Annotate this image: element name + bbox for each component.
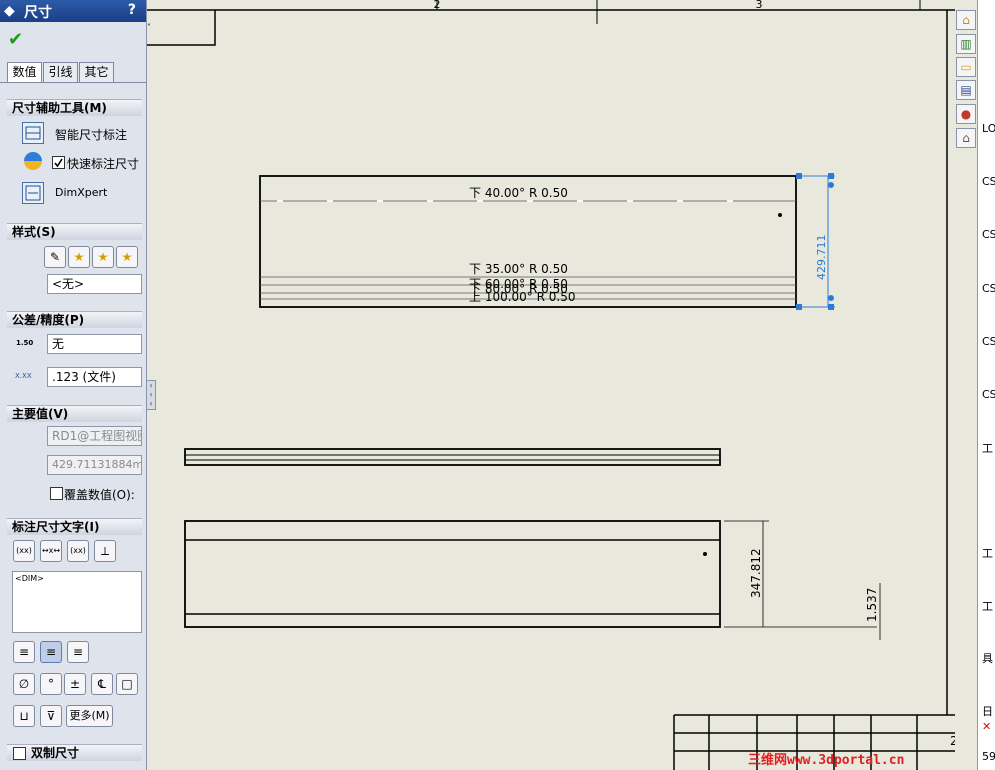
strip-bottom-label: 59: [982, 750, 995, 763]
folder-icon[interactable]: ▭: [956, 57, 976, 77]
task-pane-tabs: ⌂ ▥ ▭ ▤ ● ⌂: [955, 0, 977, 770]
strip-label-11: 日: [982, 705, 993, 718]
home-icon[interactable]: ⌂: [956, 10, 976, 30]
more-symbols-button[interactable]: 更多(M): [66, 705, 113, 727]
dimension-icon: ◆: [4, 3, 15, 19]
align-right-icon[interactable]: ≡: [67, 641, 89, 663]
section-style[interactable]: 样式(S): [7, 223, 142, 240]
library-icon[interactable]: ▥: [956, 34, 976, 54]
selected-dimension-value[interactable]: 429.711: [815, 235, 828, 281]
drawing-sheet[interactable]: 2 3 ˅ 下 40.00° R 0.50 下 35.00° R 0.50 下 …: [147, 0, 955, 770]
bend-note-5[interactable]: 上 100.00° R 0.50: [469, 290, 576, 304]
delete-style-icon[interactable]: ★: [92, 246, 114, 268]
counterbore-symbol-button[interactable]: ⊔: [13, 705, 35, 727]
ok-check-icon[interactable]: ✔: [8, 29, 23, 50]
quick-dimension-checkbox[interactable]: [52, 156, 65, 169]
help-button[interactable]: ?: [128, 2, 136, 18]
height-dimension[interactable]: 347.812: [749, 548, 763, 598]
precision-icon: X.XX: [15, 372, 32, 380]
close-icon[interactable]: ✕: [982, 720, 991, 733]
tab-other[interactable]: 其它: [79, 62, 114, 82]
strip-label-1: LO: [982, 122, 995, 135]
edge-view-outline[interactable]: [184, 448, 721, 466]
apply-style-icon[interactable]: ✎: [44, 246, 66, 268]
drawing-canvas[interactable]: 2 3 ˅ 下 40.00° R 0.50 下 35.00° R 0.50 下 …: [147, 0, 955, 770]
tolerance-type-select[interactable]: 无: [47, 334, 142, 354]
section-primary-value[interactable]: 主要值(V): [7, 405, 142, 422]
section-tolerance[interactable]: 公差/精度(P): [7, 311, 142, 328]
svg-text:˅: ˅: [147, 23, 151, 32]
offset-text-button[interactable]: ⟂: [94, 540, 116, 562]
property-manager-panel: ◆ 尺寸 ? ✔ 数值 引线 其它 尺寸辅助工具(M) 智能尺寸标注 快速标注尺…: [0, 0, 147, 770]
smart-dimension-label[interactable]: 智能尺寸标注: [55, 126, 127, 143]
diameter-symbol-button[interactable]: ∅: [13, 673, 35, 695]
panel-title-bar: ◆ 尺寸 ?: [0, 0, 146, 22]
front-view-outline[interactable]: [184, 520, 721, 628]
zone-label-3: 3: [756, 0, 763, 11]
strip-label-3: CS: [982, 228, 995, 241]
strip-label-4: CS: [982, 282, 995, 295]
align-left-icon[interactable]: ≡: [13, 641, 35, 663]
section-dimension-text[interactable]: 标注尺寸文字(I): [7, 518, 142, 535]
section-dual-dimension[interactable]: 双制尺寸: [7, 744, 142, 761]
degree-symbol-button[interactable]: °: [40, 673, 62, 695]
style-select[interactable]: <无>: [47, 274, 142, 294]
right-clipped-panel: LO CS CS CS CS CS 工 工 工 具 日 ✕ 59: [977, 0, 995, 770]
thickness-dimension[interactable]: 1.537: [865, 588, 879, 622]
override-value-checkbox[interactable]: [50, 487, 63, 500]
tab-value[interactable]: 数值: [7, 62, 42, 83]
section-dimension-tools[interactable]: 尺寸辅助工具(M): [7, 99, 142, 116]
selected-dimension[interactable]: 429.711: [796, 173, 835, 310]
tab-divider: [0, 82, 146, 83]
primary-value-name: RD1@工程图视图: [47, 426, 142, 446]
quick-dimension-label[interactable]: 快速标注尺寸: [67, 155, 139, 172]
strip-label-8: 工: [982, 547, 993, 560]
watermark-text: 三维网www.3dportal.cn: [748, 753, 905, 768]
align-center-icon[interactable]: ≡: [40, 641, 62, 663]
strip-label-7: 工: [982, 442, 993, 455]
quick-dimension-icon: [24, 152, 42, 170]
dimxpert-label[interactable]: DimXpert: [55, 186, 107, 199]
primary-value-field: 429.71131884mm: [47, 455, 142, 475]
tab-leaders[interactable]: 引线: [43, 62, 78, 82]
tolerance-type-icon: 1.50: [16, 339, 34, 347]
center-dimension-button[interactable]: ↔x↔: [40, 540, 62, 562]
bend-note-1[interactable]: 下 40.00° R 0.50: [469, 186, 568, 200]
depth-symbol-button[interactable]: ⊽: [40, 705, 62, 727]
save-style-icon[interactable]: ★: [116, 246, 138, 268]
dimension-text-area[interactable]: <DIM>: [12, 571, 142, 633]
strip-label-2: CS: [982, 175, 995, 188]
panel-title: 尺寸: [24, 5, 52, 21]
properties-icon[interactable]: ⌂: [956, 128, 976, 148]
zone-label-2: 2: [434, 0, 441, 11]
dimxpert-icon[interactable]: [22, 182, 44, 204]
override-value-label[interactable]: 覆盖数值(O):: [64, 486, 135, 503]
precision-select[interactable]: .123 (文件): [47, 367, 142, 387]
square-symbol-button[interactable]: □: [116, 673, 138, 695]
inspection-dimension-button[interactable]: (xx): [67, 540, 89, 562]
appearance-icon[interactable]: ●: [956, 104, 976, 124]
strip-label-6: CS: [982, 388, 995, 401]
view-palette-icon[interactable]: ▤: [956, 80, 976, 100]
dual-dimension-checkbox[interactable]: [13, 747, 26, 760]
strip-label-10: 具: [982, 652, 993, 665]
add-style-icon[interactable]: ★: [68, 246, 90, 268]
centerline-symbol-button[interactable]: ℄: [91, 673, 113, 695]
strip-label-5: CS: [982, 335, 995, 348]
bend-note-2[interactable]: 下 35.00° R 0.50: [469, 262, 568, 276]
add-parentheses-button[interactable]: (xx): [13, 540, 35, 562]
smart-dimension-icon[interactable]: [22, 122, 44, 144]
plusminus-symbol-button[interactable]: ±: [64, 673, 86, 695]
strip-label-9: 工: [982, 600, 993, 613]
